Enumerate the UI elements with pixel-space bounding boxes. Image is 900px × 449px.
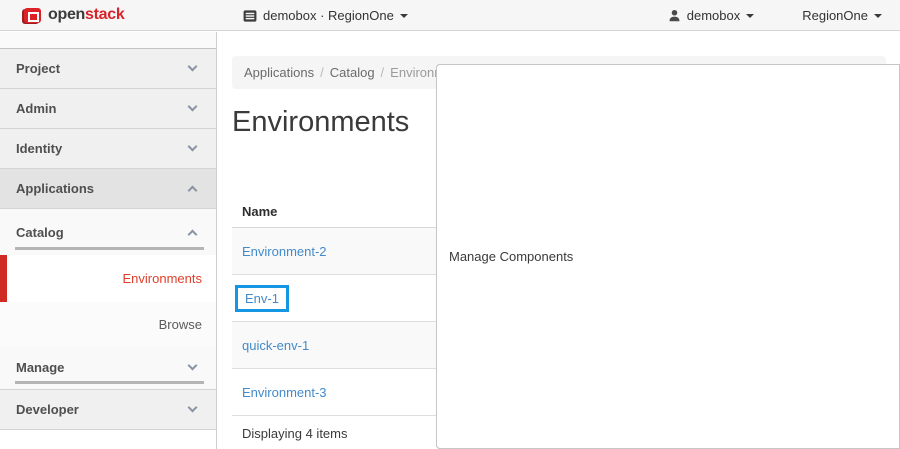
sidebar-item-label: Developer [16, 402, 79, 417]
sidebar-nav: Project Admin Identity Applications Cata… [0, 32, 217, 449]
project-region-switcher[interactable]: demobox · RegionOne [243, 0, 408, 31]
user-menu-label: demobox [687, 8, 740, 23]
caret-down-icon [746, 14, 754, 18]
sidebar-item-browse[interactable]: Browse [0, 302, 216, 346]
sidebar-item-label: Browse [159, 317, 202, 332]
sidebar-item-label: Applications [16, 181, 94, 196]
list-icon [243, 10, 257, 22]
sidebar-item-developer[interactable]: Developer [0, 390, 216, 430]
region-menu[interactable]: RegionOne [802, 8, 882, 23]
highlight-box: Env-1 [235, 285, 289, 312]
sidebar-item-label: Catalog [16, 225, 64, 240]
breadcrumb-separator: / [375, 65, 391, 80]
region-menu-label: RegionOne [802, 8, 868, 23]
sidebar-item-applications[interactable]: Applications [0, 169, 216, 209]
user-icon [668, 9, 681, 22]
environment-link[interactable]: Environment-3 [242, 385, 327, 400]
environment-link[interactable]: Environment-2 [242, 244, 327, 259]
sidebar-item-manage[interactable]: Manage [0, 346, 216, 390]
user-menu[interactable]: demobox [668, 8, 754, 23]
context-switcher-label: demobox · RegionOne [263, 8, 394, 23]
row-actions-split-button: Manage Components [719, 384, 746, 401]
chevron-down-icon [188, 361, 198, 371]
caret-down-icon [400, 14, 408, 18]
sidebar-item-label: Environments [123, 271, 202, 286]
breadcrumb-catalog[interactable]: Catalog [330, 65, 375, 80]
chevron-down-icon [188, 62, 198, 72]
sidebar-item-admin[interactable]: Admin [0, 89, 216, 129]
manage-components-button[interactable]: Manage Components [436, 64, 900, 449]
table-row: Environment-3 Ready to deploy Manage Com… [232, 369, 886, 416]
chevron-down-icon [188, 142, 198, 152]
sidebar-item-label: Admin [16, 101, 56, 116]
app-window: openstack demobox · RegionOne demobox Re… [0, 0, 900, 449]
header-right-menus: demobox RegionOne [668, 0, 900, 31]
chevron-down-icon [188, 102, 198, 112]
sidebar-item-label: Manage [16, 360, 64, 375]
sidebar-item-environments[interactable]: Environments [0, 255, 216, 302]
breadcrumb-separator: / [314, 65, 330, 80]
logo-text-open: open [48, 6, 85, 23]
logo-text-stack: stack [85, 6, 124, 23]
sidebar-item-label: Project [16, 61, 60, 76]
openstack-logo-text: openstack [48, 6, 124, 24]
environments-table: Name Status Actions Environment-2 Ready … [232, 196, 886, 449]
openstack-logo[interactable]: openstack [0, 6, 124, 24]
sidebar-item-project[interactable]: Project [0, 49, 216, 89]
caret-down-icon [874, 14, 882, 18]
openstack-cube-icon [24, 8, 41, 23]
chevron-up-icon [188, 186, 198, 196]
sidebar-item-identity[interactable]: Identity [0, 129, 216, 169]
sidebar-item-catalog[interactable]: Catalog [0, 209, 216, 255]
top-header: openstack demobox · RegionOne demobox Re… [0, 0, 900, 31]
environment-link[interactable]: quick-env-1 [242, 338, 309, 353]
breadcrumb-applications[interactable]: Applications [244, 65, 314, 80]
environment-link[interactable]: Env-1 [245, 291, 279, 306]
chevron-down-icon [188, 403, 198, 413]
sidebar-item-label: Identity [16, 141, 62, 156]
chevron-up-icon [188, 229, 198, 239]
main-content: Applications/Catalog/Environments Enviro… [218, 32, 900, 449]
sidebar-top-strip [0, 32, 216, 49]
